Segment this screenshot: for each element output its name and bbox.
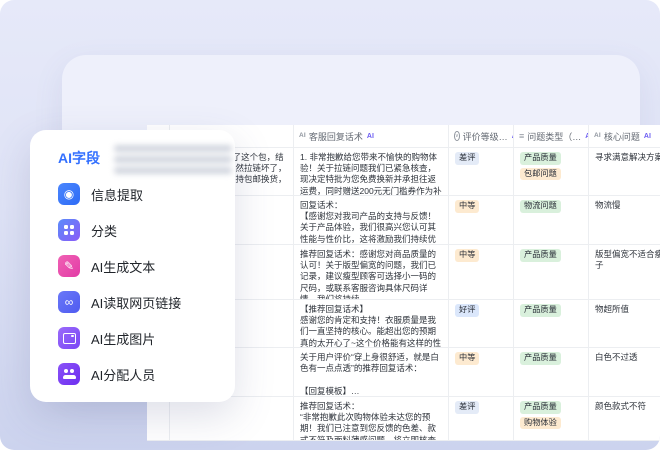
type-tag: 产品质量	[520, 249, 561, 262]
panel-item-classify[interactable]: 分类	[30, 212, 235, 248]
panel-item-ai-weblink[interactable]: ∞ AI读取网页链接	[30, 284, 235, 320]
panel-item-label: AI生成文本	[91, 257, 155, 276]
cell-core-problem[interactable]: 白色不过透	[589, 348, 660, 396]
cell-core-problem[interactable]: 寻求满意解决方案	[589, 148, 660, 195]
level-tag: 差评	[455, 401, 479, 414]
level-tag: 中等	[455, 200, 479, 213]
type-tag: 购物体验	[520, 417, 561, 430]
cell-reply-script[interactable]: 回复话术： 【感谢您对我司产品的支持与反馈！关于产品体验，我们很高兴您认可其性能…	[294, 196, 449, 244]
cell-core-problem[interactable]: 物超所值	[589, 300, 660, 347]
panel-item-list: ◉ 信息提取分类 ✎ AI生成文本 ∞ AI读取网页链接 AI生成图片 AI分配人员	[30, 176, 235, 392]
cell-problem-type[interactable]: 物流问题	[514, 196, 589, 244]
cell-review-level[interactable]: 中等	[449, 348, 514, 396]
type-tag: 产品质量	[520, 304, 561, 317]
info-extract-icon: ◉	[58, 183, 80, 205]
column-header-core[interactable]: AI核心问题AI	[589, 125, 660, 147]
cell-reply-script[interactable]: 【推荐回复话术】 感谢您的肯定和支持！衣服质量是我们一直坚持的核心。能超出您的预…	[294, 300, 449, 347]
cell-problem-type[interactable]: 产品质量	[514, 245, 589, 299]
type-tag: 产品质量	[520, 401, 561, 414]
cell-problem-type[interactable]: 产品质量	[514, 300, 589, 347]
column-label: 问题类型（…	[527, 130, 581, 143]
cell-core-problem[interactable]: 颜色款式不符	[589, 397, 660, 440]
panel-item-label: AI读取网页链接	[91, 293, 181, 312]
cell-reply-script[interactable]: 1. 非常抱歉给您带来不愉快的购物体验！关于拉链问题我们已紧急核查，现决定特批为…	[294, 148, 449, 195]
row-number	[147, 397, 170, 440]
cell-reply-script[interactable]: 推荐回复话术：感谢您对商品质量的认可！关于版型偏宽的问题，我们已记录，建议瘦型顾…	[294, 245, 449, 299]
column-header-level[interactable]: ∨评价等级…AI	[449, 125, 514, 147]
type-tag: 物流问题	[520, 200, 561, 213]
multi-select-icon: ≡	[519, 132, 524, 141]
panel-item-ai-text[interactable]: ✎ AI生成文本	[30, 248, 235, 284]
table-row: 推荐回复话术： “非常抱歉此次购物体验未达您的预期！我们已注意到您反馈的色差、款…	[147, 397, 660, 441]
ai-text-icon: ✎	[58, 255, 80, 277]
cell-review-level[interactable]: 中等	[449, 245, 514, 299]
cell-core-problem[interactable]: 版型偏宽不适合瘦子	[589, 245, 660, 299]
level-tag: 中等	[455, 352, 479, 365]
panel-item-ai-image[interactable]: AI生成图片	[30, 320, 235, 356]
page-background: ▤用户评价AI客服回复话术AI∨评价等级…AI≡问题类型（…AIAI核心问题AI…	[0, 0, 660, 450]
blurred-region	[112, 141, 234, 186]
single-select-icon: ∨	[454, 131, 460, 141]
panel-item-label: 信息提取	[91, 185, 143, 204]
cell-review-level[interactable]: 中等	[449, 196, 514, 244]
cell-review-level[interactable]: 差评	[449, 148, 514, 195]
type-tag: 产品质量	[520, 152, 561, 165]
ai-badge: AI	[644, 133, 651, 140]
cell-problem-type[interactable]: 产品质量包邮问题	[514, 148, 589, 195]
type-tag: 包邮问题	[520, 168, 561, 181]
ai-field-icon: AI	[299, 133, 306, 140]
ai-weblink-icon: ∞	[58, 291, 80, 313]
ai-assign-icon	[58, 363, 80, 385]
column-header-type[interactable]: ≡问题类型（…AI	[514, 125, 589, 147]
cell-core-problem[interactable]: 物流慢	[589, 196, 660, 244]
cell-review-level[interactable]: 好评	[449, 300, 514, 347]
classify-icon	[58, 219, 80, 241]
panel-item-label: AI分配人员	[91, 365, 155, 384]
cell-review-level[interactable]: 差评	[449, 397, 514, 440]
column-label: 核心问题	[604, 130, 640, 143]
ai-field-icon: AI	[594, 133, 601, 140]
column-header-reply[interactable]: AI客服回复话术AI	[294, 125, 449, 147]
cell-problem-type[interactable]: 产品质量	[514, 348, 589, 396]
ai-image-icon	[58, 327, 80, 349]
level-tag: 中等	[455, 249, 479, 262]
column-label: 客服回复话术	[309, 130, 363, 143]
level-tag: 好评	[455, 304, 479, 317]
panel-item-label: AI生成图片	[91, 329, 155, 348]
cell-reply-script[interactable]: 推荐回复话术： “非常抱歉此次购物体验未达您的预期！我们已注意到您反馈的色差、款…	[294, 397, 449, 440]
cell-problem-type[interactable]: 产品质量购物体验	[514, 397, 589, 440]
type-tag: 产品质量	[520, 352, 561, 365]
cell-reply-script[interactable]: 关于用户评价“穿上身很舒适，就是白色有一点点透”的推荐回复话术： 【回复模板】…	[294, 348, 449, 396]
panel-item-ai-assign[interactable]: AI分配人员	[30, 356, 235, 392]
ai-badge: AI	[367, 133, 374, 140]
panel-item-label: 分类	[91, 221, 117, 240]
level-tag: 差评	[455, 152, 479, 165]
cell-user-review[interactable]	[170, 397, 294, 440]
column-label: 评价等级…	[463, 130, 508, 143]
